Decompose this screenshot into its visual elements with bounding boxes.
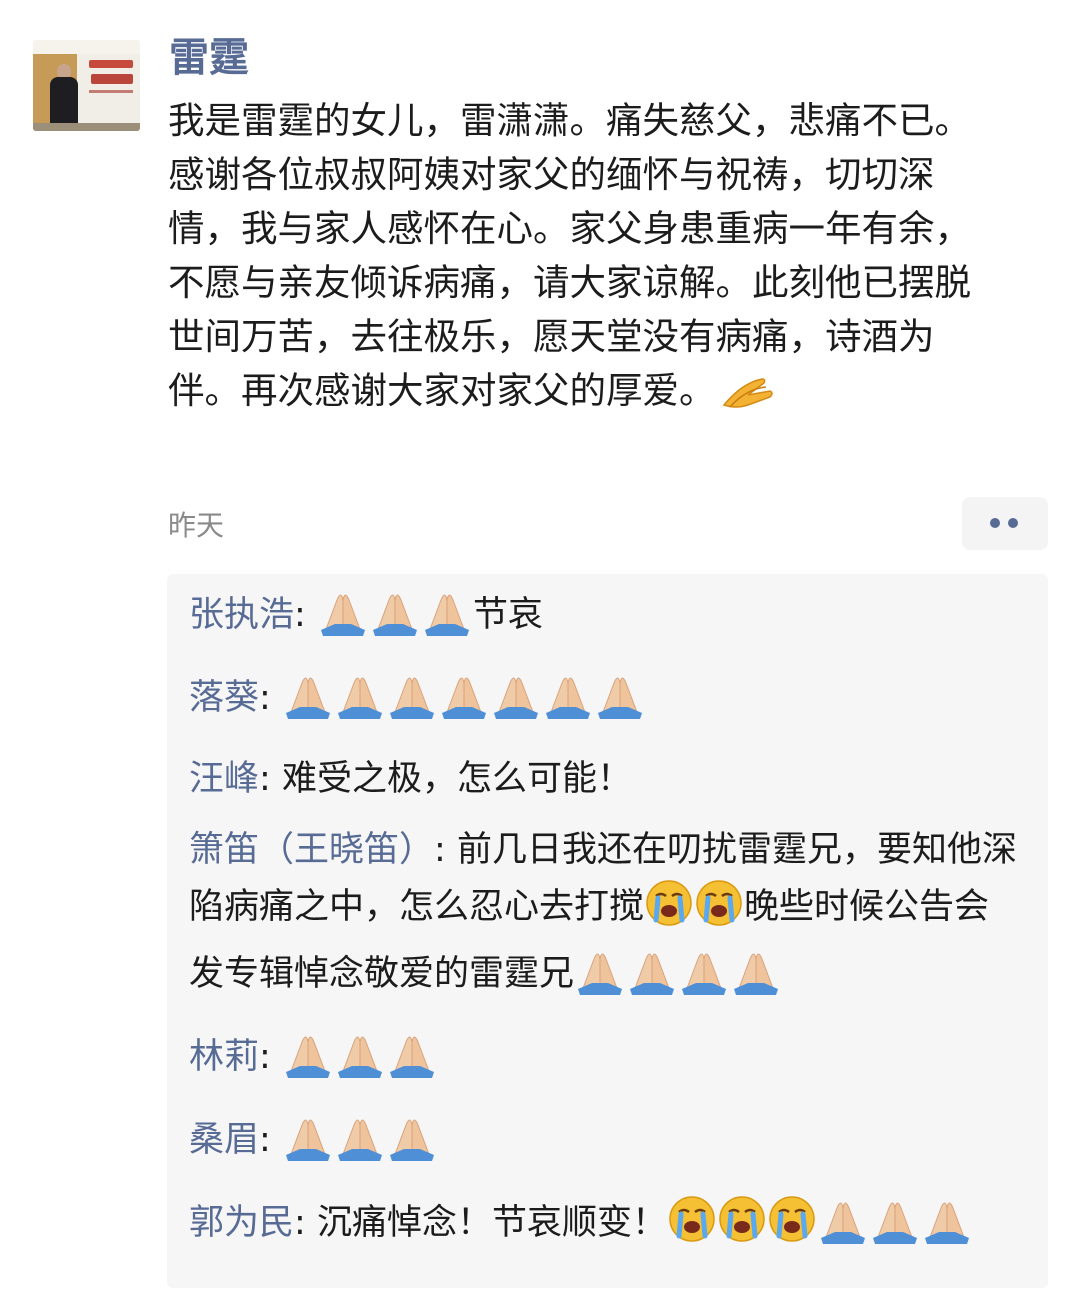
folded-hands-icon [334,1028,386,1095]
comment-row[interactable]: 汪峰: 难受之极，怎么可能！ [189,752,1024,807]
folded-hands-icon [282,1028,334,1095]
folded-hands-icon [421,586,473,653]
comment-author[interactable]: 箫笛（王晓笛） [189,830,434,870]
comment-separator: : [259,1037,282,1077]
avatar-sign-stripe [89,90,133,93]
avatar-sky [33,40,140,54]
avatar-sign-stripe [89,60,133,68]
comment-separator: : [434,830,457,870]
more-dots-icon [1008,518,1018,528]
folded-hands-icon [730,945,782,1012]
comment-row[interactable]: 林莉: [189,1028,1024,1095]
bottom-edge [0,1300,1080,1314]
post-text: 我是雷霆的女儿，雷潇潇。痛失慈父，悲痛不已。感谢各位叔叔阿姨对家父的缅怀与祝祷，… [168,99,971,412]
crying-face-icon [694,878,744,945]
more-button[interactable] [962,497,1048,550]
folded-hands-icon [817,1194,869,1261]
comment-row[interactable]: 落葵: [189,669,1024,736]
comments-section: 张执浩: 节哀 落葵: 汪峰: 难受之极，怎么可能！ 箫笛（王晓笛）: 前几日我还在… [167,574,1048,1288]
folded-hands-icon [678,945,730,1012]
crying-face-icon [644,878,694,945]
comment-row[interactable]: 桑眉: [189,1111,1024,1178]
crying-face-icon [767,1194,817,1261]
folded-hands-icon [626,945,678,1012]
avatar[interactable] [33,40,140,131]
avatar-sign-stripe [91,74,133,84]
comment-row[interactable]: 郭为民: 沉痛悼念！节哀顺变！ [189,1194,1024,1261]
comment-separator: : [259,759,282,799]
folded-hands-icon [386,1111,438,1178]
folded-hands-icon [334,1111,386,1178]
folded-hands-icon [386,669,438,736]
comment-separator: : [259,1120,282,1160]
crying-face-icon [667,1194,717,1261]
folded-hands-icon [369,586,421,653]
folded-hands-icon [438,669,490,736]
folded-hands-icon [574,945,626,1012]
clap-hand-icon [722,372,774,426]
folded-hands-icon [282,1111,334,1178]
folded-hands-icon [282,669,334,736]
folded-hands-icon [542,669,594,736]
comment-author[interactable]: 林莉 [189,1037,259,1077]
folded-hands-icon [869,1194,921,1261]
poster-name[interactable]: 雷霆 [169,28,249,88]
comment-author[interactable]: 郭为民 [189,1203,294,1243]
folded-hands-icon [334,669,386,736]
comment-author[interactable]: 桑眉 [189,1120,259,1160]
comment-separator: : [259,678,282,718]
folded-hands-icon [317,586,369,653]
comment-separator: : [294,595,317,635]
folded-hands-icon [594,669,646,736]
comment-row[interactable]: 张执浩: 节哀 [189,586,1024,653]
more-dots-icon [990,518,1000,528]
comment-row[interactable]: 箫笛（王晓笛）: 前几日我还在叨扰雷霆兄，要知他深陷病痛之中，怎么忍心去打搅 晚些… [189,823,1024,1012]
comment-text: 难受之极，怎么可能！ [281,759,632,799]
folded-hands-icon [490,669,542,736]
folded-hands-icon [921,1194,973,1261]
comment-text: 沉痛悼念！节哀顺变！ [316,1203,667,1243]
crying-face-icon [717,1194,767,1261]
comment-separator: : [294,1203,317,1243]
post-time: 昨天 [168,509,225,542]
comment-text: 节哀 [472,595,543,635]
comment-author[interactable]: 落葵 [189,678,259,718]
avatar-ground [33,123,140,131]
comment-author[interactable]: 张执浩 [189,595,294,635]
folded-hands-icon [386,1028,438,1095]
post-body: 我是雷霆的女儿，雷潇潇。痛失慈父，悲痛不已。感谢各位叔叔阿姨对家父的缅怀与祝祷，… [168,94,1000,426]
comment-author[interactable]: 汪峰 [189,759,259,799]
